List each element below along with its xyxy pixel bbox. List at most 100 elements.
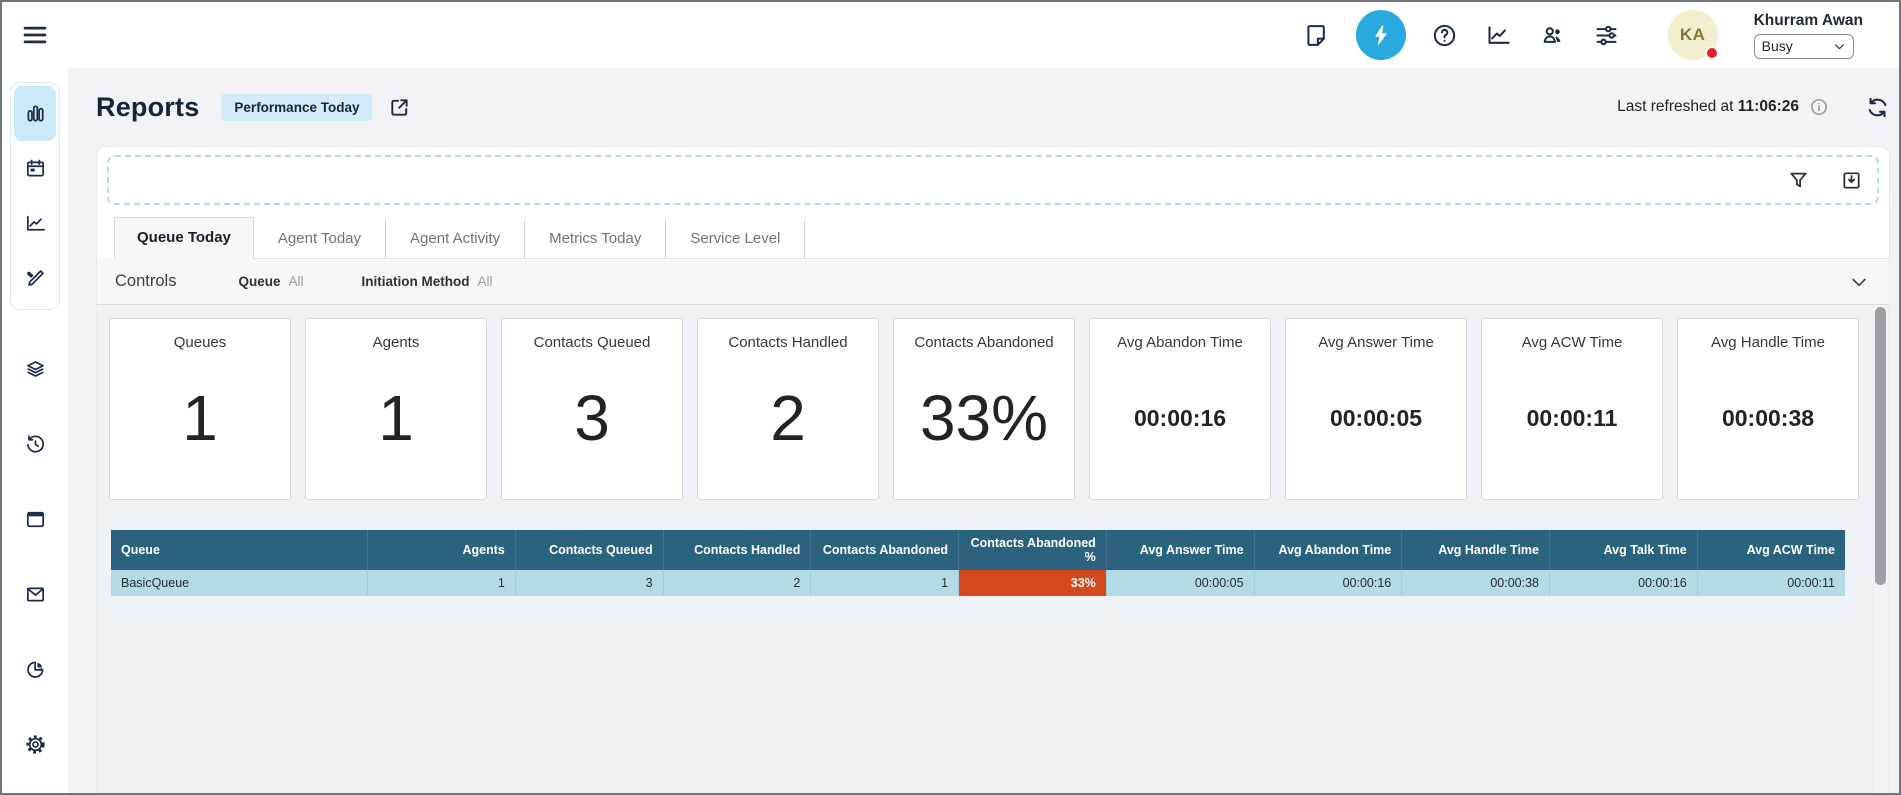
filter-name: Queue bbox=[238, 274, 280, 289]
card-title: Contacts Abandoned bbox=[914, 334, 1053, 351]
card-value: 3 bbox=[574, 351, 610, 499]
metric-card-contacts-queued: Contacts Queued3 bbox=[501, 318, 683, 500]
status-value: Busy bbox=[1762, 38, 1793, 54]
table-header-cell: Avg Talk Time bbox=[1550, 530, 1698, 570]
pie-icon[interactable] bbox=[14, 632, 56, 707]
browser-icon[interactable] bbox=[14, 482, 56, 557]
info-icon[interactable] bbox=[1809, 97, 1829, 117]
tab-agent-today[interactable]: Agent Today bbox=[254, 220, 386, 258]
report-name-badge: Performance Today bbox=[221, 94, 372, 121]
metric-card-queues: Queues1 bbox=[109, 318, 291, 500]
table-header-cell: Agents bbox=[368, 530, 516, 570]
controls-row: Controls QueueAll Initiation MethodAll bbox=[97, 259, 1889, 305]
download-icon[interactable] bbox=[1840, 169, 1863, 192]
collapse-controls-chevron-icon[interactable] bbox=[1849, 272, 1869, 292]
filter-dropzone bbox=[107, 155, 1879, 205]
table-cell: 00:00:16 bbox=[1550, 570, 1698, 596]
status-select[interactable]: Busy bbox=[1754, 34, 1854, 59]
help-icon[interactable] bbox=[1430, 20, 1460, 50]
controls-label: Controls bbox=[115, 272, 176, 291]
table-header-row: QueueAgentsContacts QueuedContacts Handl… bbox=[111, 530, 1845, 570]
user-name: Khurram Awan bbox=[1754, 12, 1863, 30]
table-row: BasicQueue132133%00:00:0500:00:1600:00:3… bbox=[111, 570, 1845, 596]
scrollbar-thumb[interactable] bbox=[1875, 307, 1886, 585]
vertical-scrollbar[interactable] bbox=[1874, 305, 1887, 793]
table-header-cell: Contacts Queued bbox=[515, 530, 663, 570]
sidebar-analytics-group bbox=[10, 82, 60, 310]
table-cell: 2 bbox=[663, 570, 811, 596]
last-refreshed-time: 11:06:26 bbox=[1738, 98, 1799, 115]
card-title: Contacts Handled bbox=[728, 334, 847, 351]
avatar[interactable]: KA bbox=[1668, 10, 1718, 60]
filter-initiation-method[interactable]: Initiation MethodAll bbox=[361, 274, 492, 289]
card-title: Contacts Queued bbox=[534, 334, 651, 351]
card-value: 1 bbox=[378, 351, 414, 499]
user-block: Khurram Awan Busy bbox=[1754, 12, 1863, 59]
card-value: 1 bbox=[182, 351, 218, 499]
line-chart-icon[interactable] bbox=[14, 196, 56, 251]
hamburger-menu-icon[interactable] bbox=[16, 16, 54, 54]
table-cell: 3 bbox=[515, 570, 663, 596]
metric-card-avg-acw-time: Avg ACW Time00:00:11 bbox=[1481, 318, 1663, 500]
table-cell: 1 bbox=[811, 570, 959, 596]
note-icon[interactable] bbox=[1302, 20, 1332, 50]
table-cell: 00:00:16 bbox=[1254, 570, 1402, 596]
metric-card-avg-answer-time: Avg Answer Time00:00:05 bbox=[1285, 318, 1467, 500]
metric-card-avg-handle-time: Avg Handle Time00:00:38 bbox=[1677, 318, 1859, 500]
card-title: Avg Answer Time bbox=[1318, 334, 1434, 351]
history-icon[interactable] bbox=[14, 407, 56, 482]
page-header: Reports Performance Today Last refreshed… bbox=[96, 68, 1890, 146]
card-title: Avg ACW Time bbox=[1522, 334, 1623, 351]
table-header-cell: Avg Abandon Time bbox=[1254, 530, 1402, 570]
sidebar bbox=[2, 68, 68, 793]
app-window: KA Khurram Awan Busy Reports Performance… bbox=[0, 0, 1901, 795]
gear-icon[interactable] bbox=[14, 707, 56, 782]
card-value: 33% bbox=[920, 351, 1048, 499]
filter-name: Initiation Method bbox=[361, 274, 469, 289]
filter-icon[interactable] bbox=[1787, 169, 1810, 192]
card-value: 00:00:11 bbox=[1527, 351, 1618, 499]
metric-card-contacts-handled: Contacts Handled2 bbox=[697, 318, 879, 500]
metric-cards: Queues1Agents1Contacts Queued3Contacts H… bbox=[109, 318, 1859, 500]
calendar-icon[interactable] bbox=[14, 141, 56, 196]
line-chart-icon[interactable] bbox=[1484, 20, 1514, 50]
filter-queue[interactable]: QueueAll bbox=[238, 274, 303, 289]
layers-icon[interactable] bbox=[14, 332, 56, 407]
status-dot bbox=[1705, 46, 1719, 60]
card-title: Avg Handle Time bbox=[1711, 334, 1825, 351]
last-refreshed-text: Last refreshed at 11:06:26 bbox=[1617, 98, 1799, 116]
table-header-cell: Queue bbox=[111, 530, 368, 570]
tab-agent-activity[interactable]: Agent Activity bbox=[386, 220, 525, 258]
sidebar-items bbox=[14, 332, 56, 782]
metric-card-contacts-abandoned: Contacts Abandoned33% bbox=[893, 318, 1075, 500]
metric-card-avg-abandon-time: Avg Abandon Time00:00:16 bbox=[1089, 318, 1271, 500]
card-value: 00:00:16 bbox=[1134, 351, 1226, 499]
table-cell: BasicQueue bbox=[111, 570, 368, 596]
bar-chart-icon[interactable] bbox=[14, 86, 56, 141]
bolt-icon[interactable] bbox=[1356, 10, 1406, 60]
refresh-area: Last refreshed at 11:06:26 bbox=[1617, 95, 1890, 120]
tab-service-level[interactable]: Service Level bbox=[666, 220, 805, 258]
tab-metrics-today[interactable]: Metrics Today bbox=[525, 220, 666, 258]
card-title: Avg Abandon Time bbox=[1117, 334, 1243, 351]
open-in-new-window-icon[interactable] bbox=[388, 96, 411, 119]
mail-icon[interactable] bbox=[14, 557, 56, 632]
table-header-cell: Avg Answer Time bbox=[1106, 530, 1254, 570]
card-title: Agents bbox=[373, 334, 420, 351]
queue-table: QueueAgentsContacts QueuedContacts Handl… bbox=[111, 530, 1845, 596]
queue-table-wrap: QueueAgentsContacts QueuedContacts Handl… bbox=[111, 530, 1845, 596]
table-header-cell: Contacts Abandoned bbox=[811, 530, 959, 570]
top-bar: KA Khurram Awan Busy bbox=[2, 2, 1899, 68]
report-panel: Queue TodayAgent TodayAgent ActivityMetr… bbox=[96, 146, 1890, 793]
tab-queue-today[interactable]: Queue Today bbox=[114, 217, 254, 259]
report-content: Queues1Agents1Contacts Queued3Contacts H… bbox=[97, 305, 1889, 793]
refresh-icon[interactable] bbox=[1865, 95, 1890, 120]
sliders-icon[interactable] bbox=[1592, 20, 1622, 50]
table-cell: 00:00:11 bbox=[1697, 570, 1845, 596]
table-cell: 00:00:05 bbox=[1106, 570, 1254, 596]
design-icon[interactable] bbox=[14, 251, 56, 306]
metric-card-agents: Agents1 bbox=[305, 318, 487, 500]
topbar-actions: KA Khurram Awan Busy bbox=[1302, 10, 1863, 60]
people-icon[interactable] bbox=[1538, 20, 1568, 50]
page-title: Reports bbox=[96, 92, 199, 123]
